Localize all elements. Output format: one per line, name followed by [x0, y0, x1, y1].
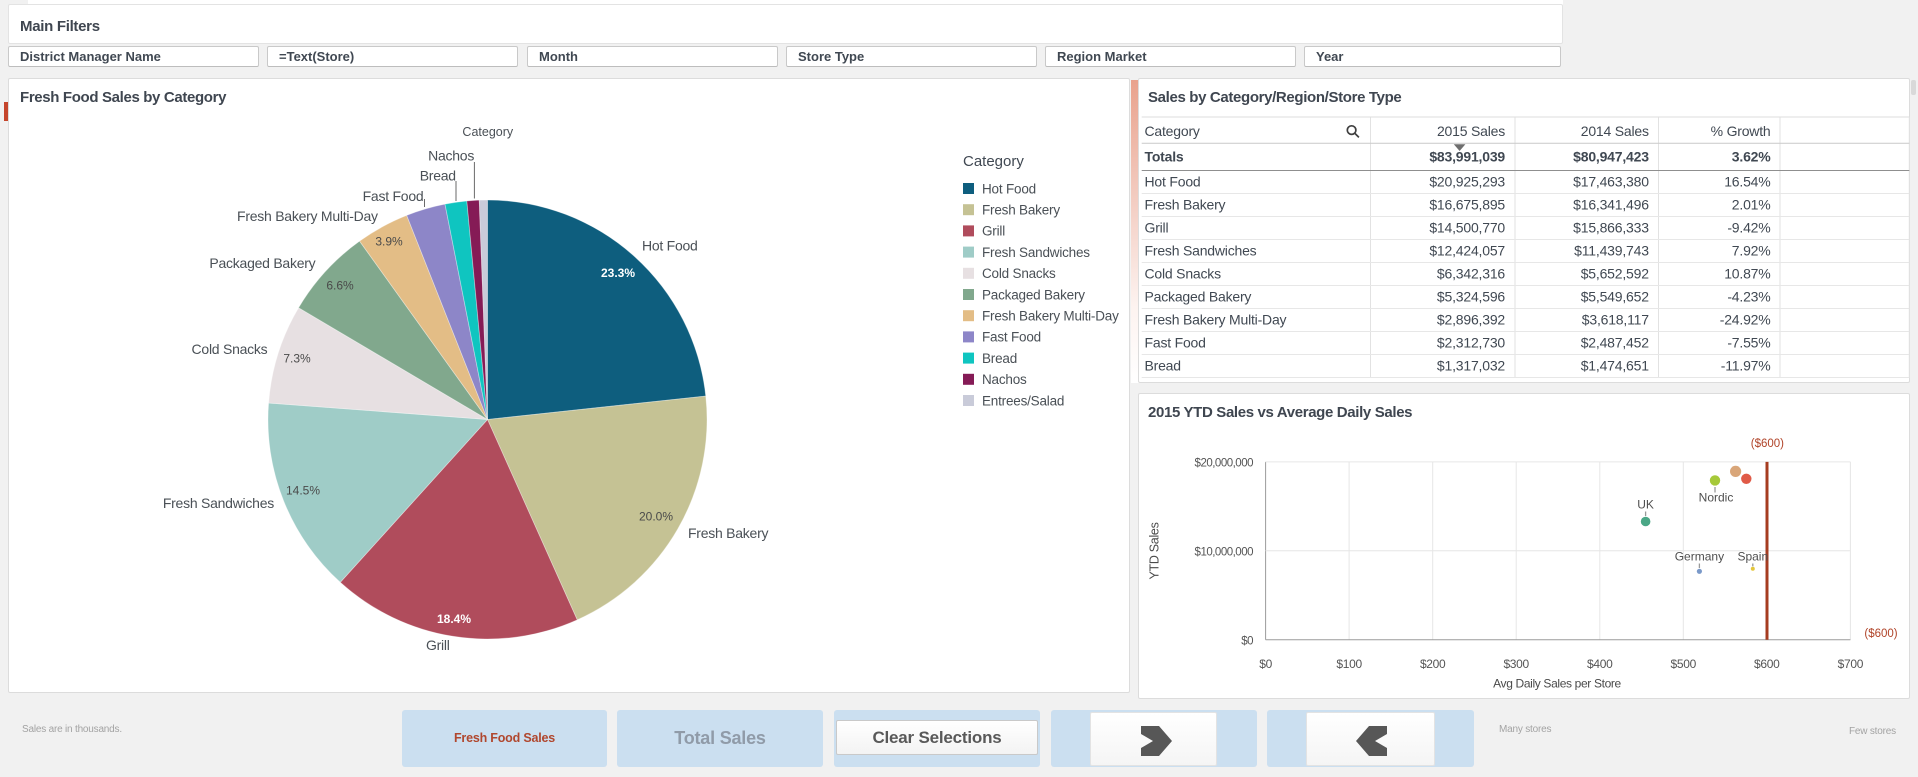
svg-text:Fresh Sandwiches: Fresh Sandwiches [982, 245, 1090, 260]
svg-text:Totals: Totals [1145, 149, 1184, 165]
svg-text:$0: $0 [1241, 635, 1253, 647]
svg-text:$83,991,039: $83,991,039 [1429, 149, 1505, 165]
svg-text:Packaged Bakery: Packaged Bakery [982, 287, 1085, 302]
svg-text:$15,866,333: $15,866,333 [1573, 220, 1649, 236]
svg-text:$5,549,652: $5,549,652 [1581, 289, 1649, 305]
svg-text:$1,474,651: $1,474,651 [1581, 358, 1649, 374]
svg-text:6.6%: 6.6% [326, 279, 354, 293]
svg-text:7.3%: 7.3% [283, 352, 311, 366]
svg-text:Category: Category [963, 153, 1024, 170]
svg-text:16.54%: 16.54% [1724, 174, 1770, 190]
svg-text:Nachos: Nachos [982, 372, 1027, 387]
svg-text:Cold Snacks: Cold Snacks [192, 341, 268, 357]
svg-text:Fast Food: Fast Food [363, 188, 424, 204]
svg-text:Fresh Bakery: Fresh Bakery [688, 525, 768, 541]
svg-text:$16,341,496: $16,341,496 [1573, 197, 1649, 213]
svg-text:2.01%: 2.01% [1732, 197, 1771, 213]
svg-text:Hot Food: Hot Food [1145, 174, 1201, 190]
svg-text:$200: $200 [1420, 657, 1446, 671]
svg-text:$100: $100 [1336, 657, 1362, 671]
svg-text:20.0%: 20.0% [639, 510, 673, 524]
svg-text:($600): ($600) [1864, 628, 1897, 640]
svg-text:$20,925,293: $20,925,293 [1429, 174, 1505, 190]
svg-text:$20,000,000: $20,000,000 [1195, 457, 1254, 469]
svg-text:Fresh Sandwiches: Fresh Sandwiches [163, 495, 274, 511]
svg-text:Fresh Bakery Multi-Day: Fresh Bakery Multi-Day [1145, 312, 1287, 328]
svg-text:2015 Sales: 2015 Sales [1437, 123, 1505, 139]
svg-text:Fresh Bakery Multi-Day: Fresh Bakery Multi-Day [982, 309, 1119, 324]
svg-text:Cold Snacks: Cold Snacks [1145, 266, 1222, 282]
svg-text:$0: $0 [1259, 657, 1272, 671]
svg-text:Category: Category [1145, 123, 1200, 139]
svg-text:Grill: Grill [426, 637, 450, 653]
svg-text:Fresh Sandwiches: Fresh Sandwiches [1145, 243, 1257, 259]
svg-text:Germany: Germany [1675, 550, 1724, 564]
svg-text:Avg Daily Sales per Store: Avg Daily Sales per Store [1493, 677, 1621, 691]
svg-text:3.9%: 3.9% [375, 235, 403, 249]
svg-text:$400: $400 [1587, 657, 1613, 671]
svg-text:-11.97%: -11.97% [1721, 358, 1771, 374]
svg-text:-4.23%: -4.23% [1727, 289, 1770, 305]
svg-text:$2,312,730: $2,312,730 [1437, 335, 1505, 351]
svg-text:Nachos: Nachos [428, 148, 474, 164]
svg-text:Hot Food: Hot Food [642, 238, 698, 254]
svg-text:$500: $500 [1671, 657, 1697, 671]
svg-text:$2,896,392: $2,896,392 [1437, 312, 1505, 328]
svg-text:$17,463,380: $17,463,380 [1573, 174, 1649, 190]
svg-text:($600): ($600) [1751, 438, 1784, 450]
svg-text:$10,000,000: $10,000,000 [1195, 546, 1254, 558]
svg-text:Cold Snacks: Cold Snacks [982, 266, 1056, 281]
svg-text:Fresh Bakery: Fresh Bakery [1145, 197, 1226, 213]
svg-text:14.5%: 14.5% [286, 484, 320, 498]
svg-text:YTD Sales: YTD Sales [1148, 522, 1162, 579]
svg-text:Nordic: Nordic [1699, 491, 1734, 505]
svg-text:Spain: Spain [1737, 550, 1768, 564]
svg-text:Fast Food: Fast Food [1145, 335, 1206, 351]
svg-text:Bread: Bread [1145, 358, 1181, 374]
svg-text:$3,618,117: $3,618,117 [1582, 312, 1649, 328]
svg-text:Grill: Grill [982, 224, 1005, 239]
svg-text:$5,324,596: $5,324,596 [1437, 289, 1505, 305]
svg-text:% Growth: % Growth [1711, 123, 1771, 139]
svg-text:Fresh Bakery: Fresh Bakery [982, 203, 1060, 218]
svg-text:-9.42%: -9.42% [1727, 220, 1770, 236]
svg-text:$300: $300 [1503, 657, 1529, 671]
svg-text:Entrees/Salad: Entrees/Salad [982, 393, 1064, 408]
svg-text:$14,500,770: $14,500,770 [1429, 220, 1505, 236]
svg-text:$16,675,895: $16,675,895 [1429, 197, 1505, 213]
svg-text:Packaged Bakery: Packaged Bakery [209, 255, 315, 271]
svg-text:18.4%: 18.4% [437, 612, 471, 626]
svg-text:2014 Sales: 2014 Sales [1581, 123, 1649, 139]
svg-text:23.3%: 23.3% [601, 266, 635, 280]
svg-text:Category: Category [462, 125, 513, 139]
svg-text:$700: $700 [1838, 657, 1864, 671]
svg-text:Grill: Grill [1145, 220, 1169, 236]
svg-text:$6,342,316: $6,342,316 [1437, 266, 1505, 282]
svg-text:$12,424,057: $12,424,057 [1429, 243, 1505, 259]
svg-text:UK: UK [1637, 498, 1654, 512]
svg-text:Fast Food: Fast Food [982, 330, 1041, 345]
svg-text:$1,317,032: $1,317,032 [1437, 358, 1505, 374]
svg-text:Hot Food: Hot Food [982, 181, 1036, 196]
svg-text:-24.92%: -24.92% [1720, 312, 1771, 328]
svg-text:7.92%: 7.92% [1732, 243, 1771, 259]
svg-text:Packaged Bakery: Packaged Bakery [1145, 289, 1252, 305]
svg-text:Bread: Bread [982, 351, 1017, 366]
svg-text:$2,487,452: $2,487,452 [1581, 335, 1649, 351]
svg-text:-7.55%: -7.55% [1727, 335, 1770, 351]
svg-text:$5,652,592: $5,652,592 [1581, 266, 1649, 282]
svg-text:Bread: Bread [420, 168, 456, 184]
svg-text:Fresh Bakery Multi-Day: Fresh Bakery Multi-Day [237, 208, 378, 224]
svg-text:3.62%: 3.62% [1732, 149, 1771, 165]
svg-text:$11,439,743: $11,439,743 [1574, 243, 1649, 259]
svg-text:10.87%: 10.87% [1724, 266, 1770, 282]
svg-text:$80,947,423: $80,947,423 [1573, 149, 1649, 165]
svg-text:$600: $600 [1754, 657, 1780, 671]
